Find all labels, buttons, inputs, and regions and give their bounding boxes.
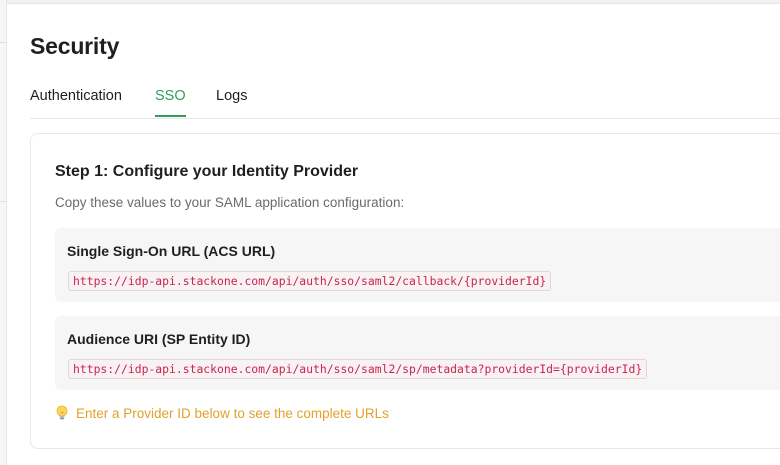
audience-uri-label: Audience URI (SP Entity ID) bbox=[67, 331, 251, 347]
security-tabs: Authentication SSO Logs bbox=[30, 78, 780, 119]
tab-sso[interactable]: SSO bbox=[155, 88, 186, 117]
audience-uri-value[interactable]: https://idp-api.stackone.com/api/auth/ss… bbox=[68, 359, 648, 379]
lightbulb-icon bbox=[56, 405, 68, 420]
tab-authentication[interactable]: Authentication bbox=[30, 88, 122, 115]
step-title: Step 1: Configure your Identity Provider bbox=[55, 163, 359, 180]
page-title: Security bbox=[30, 33, 120, 59]
provider-id-hint: Enter a Provider ID below to see the com… bbox=[55, 405, 389, 421]
app-frame: Security Authentication SSO Logs Step 1:… bbox=[0, 0, 780, 465]
audience-uri-box: Audience URI (SP Entity ID) https://idp-… bbox=[55, 316, 780, 390]
sidebar-divider bbox=[0, 201, 6, 202]
main-panel: Security Authentication SSO Logs Step 1:… bbox=[7, 3, 780, 465]
sidebar-divider bbox=[0, 42, 6, 43]
acs-url-box: Single Sign-On URL (ACS URL) https://idp… bbox=[55, 228, 780, 302]
acs-url-value[interactable]: https://idp-api.stackone.com/api/auth/ss… bbox=[68, 271, 552, 291]
step-description: Copy these values to your SAML applicati… bbox=[55, 195, 405, 210]
acs-url-label: Single Sign-On URL (ACS URL) bbox=[67, 243, 276, 259]
sso-config-card: Step 1: Configure your Identity Provider… bbox=[30, 133, 780, 449]
hint-text: Enter a Provider ID below to see the com… bbox=[76, 405, 389, 421]
left-sidebar-edge bbox=[0, 0, 7, 465]
tab-logs[interactable]: Logs bbox=[216, 88, 247, 115]
